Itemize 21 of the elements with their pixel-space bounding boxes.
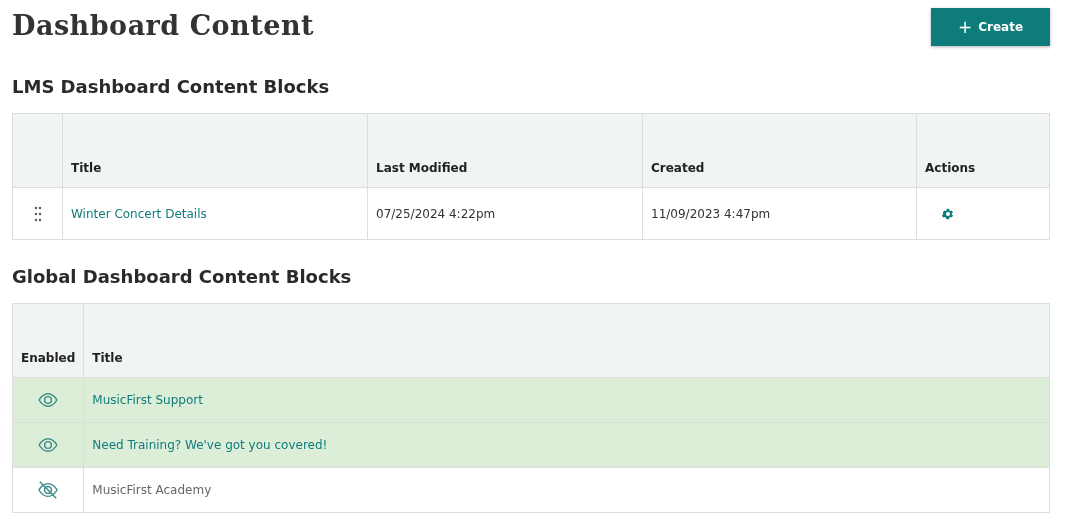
title-link[interactable]: MusicFirst Academy [92, 483, 212, 497]
eye-icon[interactable] [37, 437, 60, 453]
table-cell: 07/25/2024 4:22pm [367, 187, 643, 240]
title-link[interactable]: MusicFirst Support [92, 393, 203, 407]
eye-icon[interactable] [37, 392, 60, 408]
column-header: Title [62, 113, 368, 188]
section-heading: LMS Dashboard Content Blocks [12, 75, 331, 99]
column-header: Actions [916, 113, 1050, 188]
settings-icon[interactable] [941, 206, 955, 221]
page-title: Dashboard Content [12, 10, 314, 41]
column-header: Enabled [12, 303, 84, 378]
column-header: Created [642, 113, 917, 188]
drag-handle-icon[interactable] [33, 205, 42, 222]
column-header: Title [83, 303, 1050, 378]
title-link[interactable]: Need Training? We've got you covered! [92, 438, 328, 452]
table-cell: 11/09/2023 4:47pm [642, 187, 917, 240]
title-link[interactable]: Winter Concert Details [71, 206, 207, 221]
section-heading: Global Dashboard Content Blocks [12, 265, 353, 289]
eye-slash-icon[interactable] [37, 480, 60, 500]
column-header: Last Modified [367, 113, 643, 188]
create-button[interactable]: + Create [931, 8, 1050, 46]
